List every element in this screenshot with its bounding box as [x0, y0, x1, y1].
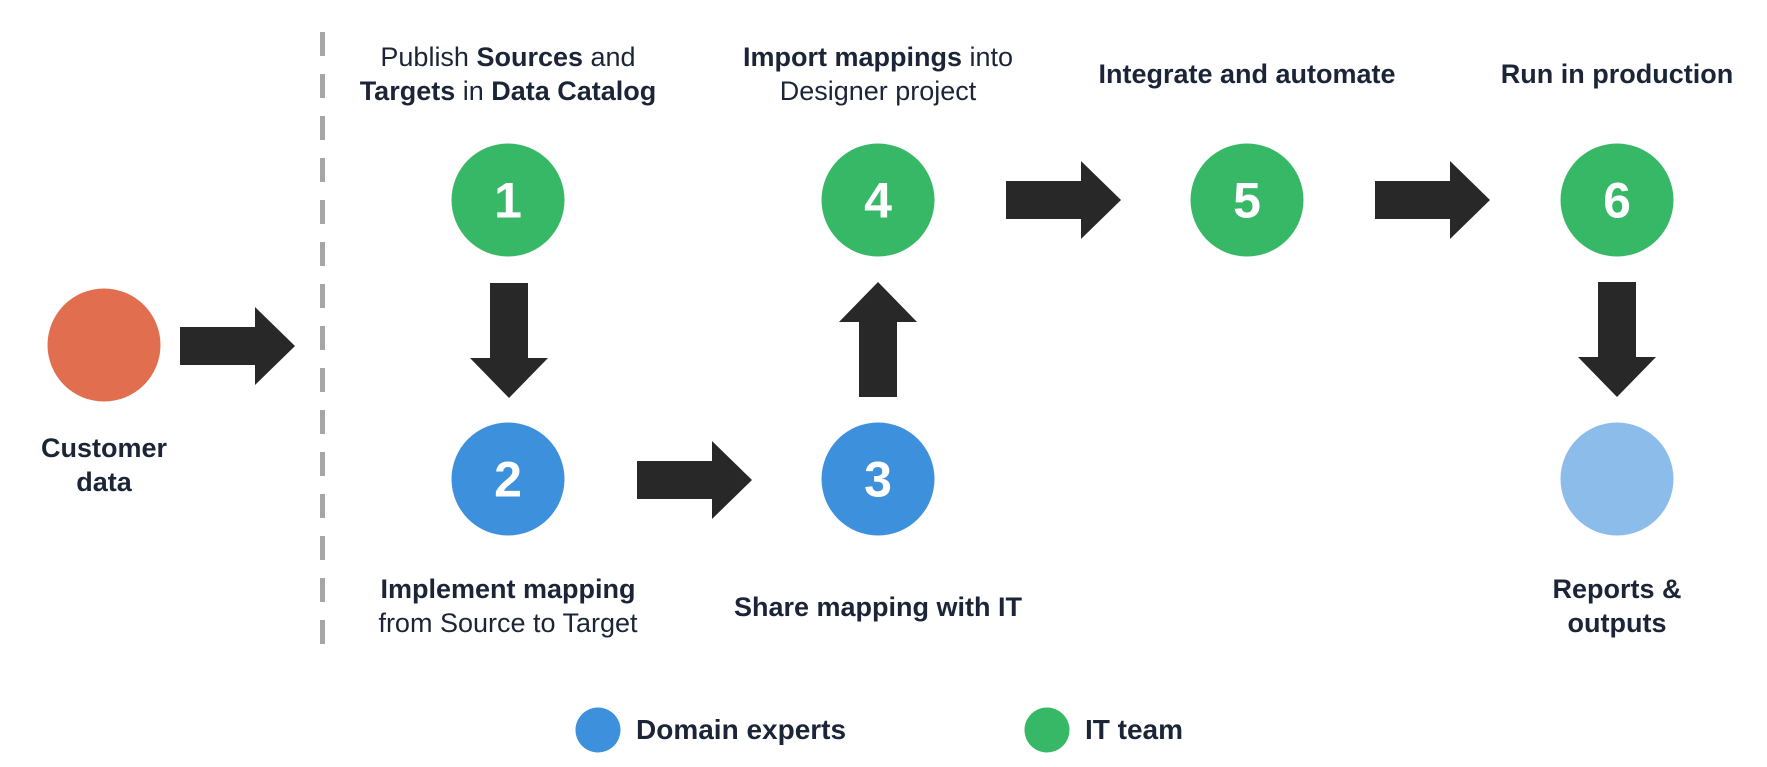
customer-data-label-line2: data — [76, 467, 132, 497]
step-label-line: from Source to Target — [378, 606, 637, 640]
step-4-label: Import mappings into Designer project — [743, 40, 1013, 108]
reports-outputs-node — [1560, 422, 1674, 536]
arrow-right-icon — [1375, 161, 1490, 239]
step-label-line: Integrate and automate — [1098, 57, 1395, 91]
step-5-node: 5 — [1190, 143, 1304, 257]
step-label-line: Run in production — [1501, 57, 1733, 91]
step-5-number: 5 — [1233, 172, 1261, 228]
legend-it-team-label: IT team — [1085, 714, 1184, 745]
arrow-right-icon — [637, 441, 752, 519]
step-label-bold-text: Targets — [359, 76, 456, 106]
step-label-line: Share mapping with IT — [734, 590, 1022, 624]
step-label-text: Designer project — [779, 76, 977, 106]
step-label-line: Targets in Data Catalog — [360, 74, 657, 108]
customer-data-node — [47, 288, 161, 402]
arrow-right-icon — [180, 307, 295, 385]
step-label-bold-text: Run in production — [1500, 59, 1734, 89]
step-label-line: Publish Sources and — [360, 40, 657, 74]
step-1-label: Publish Sources and Targets in Data Catal… — [360, 40, 657, 108]
step-label-bold-text: Share mapping with IT — [733, 592, 1023, 622]
step-label-text: in — [455, 76, 492, 106]
step-label-bold-text: Implement mapping — [380, 574, 636, 604]
reports-outputs-label: Reports & outputs — [1552, 572, 1681, 640]
step-label-text: and — [583, 42, 636, 72]
step-6-number: 6 — [1603, 172, 1631, 228]
step-1-number: 1 — [494, 172, 522, 228]
step-label-text: Publish — [380, 42, 477, 72]
step-4-number: 4 — [864, 172, 892, 228]
step-3-number: 3 — [864, 451, 892, 507]
step-label-text: from Source to Target — [378, 608, 638, 638]
arrow-down-icon — [1578, 282, 1656, 397]
legend-it-team-swatch — [1024, 707, 1070, 753]
step-label-bold-text: Data Catalog — [491, 76, 657, 106]
arrow-right-icon — [1006, 161, 1121, 239]
legend-domain-experts-swatch — [575, 707, 621, 753]
step-1-node: 1 — [451, 143, 565, 257]
boundary-divider — [320, 32, 325, 644]
step-label-line: Designer project — [743, 74, 1013, 108]
step-6-label: Run in production — [1501, 57, 1733, 91]
step-label-line: Import mappings into — [743, 40, 1013, 74]
step-4-node: 4 — [821, 143, 935, 257]
step-label-bold-text: Import mappings — [742, 42, 962, 72]
step-2-number: 2 — [494, 451, 522, 507]
step-label-bold-text: Integrate and automate — [1098, 59, 1396, 89]
step-label-text: into — [961, 42, 1014, 72]
step-2-label: Implement mapping from Source to Target — [378, 572, 637, 640]
legend-domain-experts-label: Domain experts — [636, 714, 847, 745]
reports-outputs-label-line1: Reports & — [1552, 574, 1682, 604]
arrow-up-icon — [839, 282, 917, 397]
step-3-label: Share mapping with IT — [734, 590, 1022, 624]
customer-data-label-line1: Customer — [40, 433, 168, 463]
step-3-node: 3 — [821, 422, 935, 536]
step-2-node: 2 — [451, 422, 565, 536]
customer-data-label: Customer data — [41, 431, 167, 499]
step-5-label: Integrate and automate — [1098, 57, 1395, 91]
reports-outputs-label-line2: outputs — [1567, 608, 1667, 638]
step-label-bold-text: Sources — [476, 42, 584, 72]
step-6-node: 6 — [1560, 143, 1674, 257]
step-label-line: Implement mapping — [378, 572, 637, 606]
arrow-down-icon — [470, 283, 548, 398]
